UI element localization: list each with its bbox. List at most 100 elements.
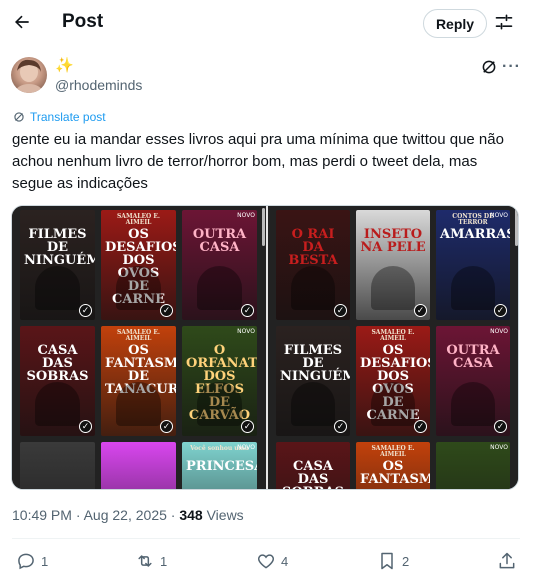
cover-art	[450, 382, 496, 426]
book-author: SAMALEO E. AIMEIL	[116, 329, 161, 342]
new-badge: NOVO	[237, 212, 255, 219]
cover-art	[370, 382, 416, 426]
book-cover: CASA DAS SOBRAS	[276, 442, 350, 489]
checkmark-icon: ✓	[494, 304, 507, 317]
cover-art	[450, 266, 496, 310]
avatar[interactable]	[11, 57, 47, 93]
repost-count: 1	[160, 553, 168, 569]
heart-icon	[257, 554, 275, 569]
book-author: SAMALEO E. AIMEIL	[371, 445, 415, 458]
cover-art	[290, 382, 336, 426]
tweet-text: gente eu ia mandar esses livros aqui pra…	[12, 131, 504, 192]
scrollbar[interactable]	[515, 208, 518, 246]
post-meta: 10:49 PM · Aug 22, 2025 · 348 Views	[12, 507, 244, 523]
cover-art	[197, 266, 242, 310]
book-cover: SAMALEO E. AIMEIL OS DESAFIOS DOS OVOS DE…	[356, 326, 430, 436]
checkmark-icon: ✓	[334, 304, 347, 317]
book-title: CASA DAS SOBRAS	[282, 459, 344, 489]
book-cover: OUTRA CASA NOVO ✓	[182, 210, 257, 320]
book-title: INSETO NA PELE	[360, 227, 426, 255]
filter-settings-icon[interactable]	[494, 12, 516, 34]
reply-count: 1	[41, 553, 49, 569]
author-handle[interactable]: @rhodeminds	[55, 77, 142, 93]
book-title: OUTRA CASA	[446, 343, 500, 371]
media-panel-right[interactable]: O RAI DA BESTA ✓ INSETO NA PELE ✓ CONTOS DE …	[268, 206, 518, 489]
bookmark-count: 2	[402, 553, 410, 569]
book-cover: Você sonhou uma PRINCESA NOVO	[182, 442, 257, 489]
media-image[interactable]: FILMES DE NINGUÉM ✓ SAMALEO E. AIMEIL OS DE…	[11, 205, 519, 490]
book-title: PRINCESA	[186, 459, 257, 474]
repost-icon	[138, 555, 152, 567]
book-cover: O ORFANATO DOS ELFOS DE CARVÃONOVO✓	[182, 326, 257, 436]
translate-icon	[14, 112, 24, 122]
back-arrow-icon[interactable]	[8, 8, 36, 36]
cover-art	[35, 382, 80, 426]
media-panel-left[interactable]: FILMES DE NINGUÉM ✓ SAMALEO E. AIMEIL OS DE…	[12, 206, 267, 489]
book-author: SAMALEO E. AIMEIL	[371, 329, 415, 342]
new-badge: NOVO	[237, 444, 255, 451]
cover-art	[35, 266, 80, 310]
new-badge: NOVO	[490, 444, 508, 451]
post-timestamp[interactable]: 10:49 PM · Aug 22, 2025 ·	[12, 507, 179, 523]
grok-icon[interactable]	[480, 58, 498, 76]
new-badge: NOVO	[490, 328, 508, 335]
book-cover: SAMALEO E. AIMEILOS FANTASMAS	[356, 442, 430, 489]
book-cover: INSETO NA PELE ✓	[356, 210, 430, 320]
book-author: SAMALEO E. AIMEIL	[116, 213, 161, 226]
book-cover: CASA DAS SOBRAS ✓	[20, 326, 95, 436]
book-title: FILMES DE NINGUÉM	[24, 227, 95, 268]
book-cover: NOVO	[436, 442, 510, 489]
book-cover: OUTRA CASA NOVO ✓	[436, 326, 510, 436]
translate-link[interactable]: Translate post	[12, 110, 106, 124]
repost-action[interactable]: 1	[135, 551, 167, 571]
book-cover: SAMALEO E. AIMEIL OS DESAFIOS DOS OVOS DE…	[101, 210, 176, 320]
views-label: Views	[202, 507, 244, 523]
translate-label: Translate post	[30, 110, 106, 124]
new-badge: NOVO	[237, 328, 255, 335]
scrollbar[interactable]	[262, 208, 265, 246]
book-title: OS FANTASMAS	[360, 459, 430, 487]
new-badge: NOVO	[490, 212, 508, 219]
checkmark-icon: ✓	[160, 304, 173, 317]
book-title: FILMES DE NINGUÉM	[280, 343, 350, 384]
checkmark-icon: ✓	[414, 420, 427, 433]
book-title: OUTRA CASA	[192, 227, 247, 255]
cover-art	[116, 382, 161, 426]
bookmark-action[interactable]: 2	[377, 551, 409, 571]
share-action[interactable]	[497, 551, 517, 571]
checkmark-icon: ✓	[79, 420, 92, 433]
like-action[interactable]: 4	[256, 551, 288, 571]
checkmark-icon: ✓	[494, 420, 507, 433]
reply-button[interactable]: Reply	[423, 9, 487, 38]
book-cover: SAMALEO E. AIMEILOS FANTASMAS DE TANACUR…	[101, 326, 176, 436]
book-title: CASA DAS SOBRAS	[26, 343, 89, 384]
checkmark-icon: ✓	[79, 304, 92, 317]
checkmark-icon: ✓	[160, 420, 173, 433]
reply-icon	[18, 553, 34, 570]
more-options-icon[interactable]: ···	[502, 58, 521, 76]
views-count: 348	[179, 507, 203, 523]
book-cover	[101, 442, 176, 489]
divider	[12, 538, 520, 539]
page-title: Post	[62, 11, 104, 32]
cover-art	[197, 382, 242, 426]
display-name[interactable]: ✨	[55, 56, 74, 74]
bookmark-icon	[381, 552, 393, 570]
checkmark-icon: ✓	[334, 420, 347, 433]
cover-art	[370, 266, 416, 310]
book-cover: O RAI DA BESTA ✓	[276, 210, 350, 320]
cover-art	[116, 266, 161, 310]
checkmark-icon: ✓	[414, 304, 427, 317]
checkmark-icon: ✓	[241, 304, 254, 317]
top-bar: Post Reply	[0, 0, 533, 46]
book-title: O RAI DA BESTA	[288, 227, 338, 268]
book-cover: FILMES DE NINGUÉM ✓	[276, 326, 350, 436]
share-icon	[499, 552, 515, 569]
book-cover	[20, 442, 95, 489]
book-cover: FILMES DE NINGUÉM ✓	[20, 210, 95, 320]
checkmark-icon: ✓	[241, 420, 254, 433]
book-cover: CONTOS DE TERROR AMARRAS NOVO ✓	[436, 210, 510, 320]
reply-action[interactable]: 1	[16, 551, 48, 571]
like-count: 4	[281, 553, 289, 569]
cover-art	[290, 266, 336, 310]
